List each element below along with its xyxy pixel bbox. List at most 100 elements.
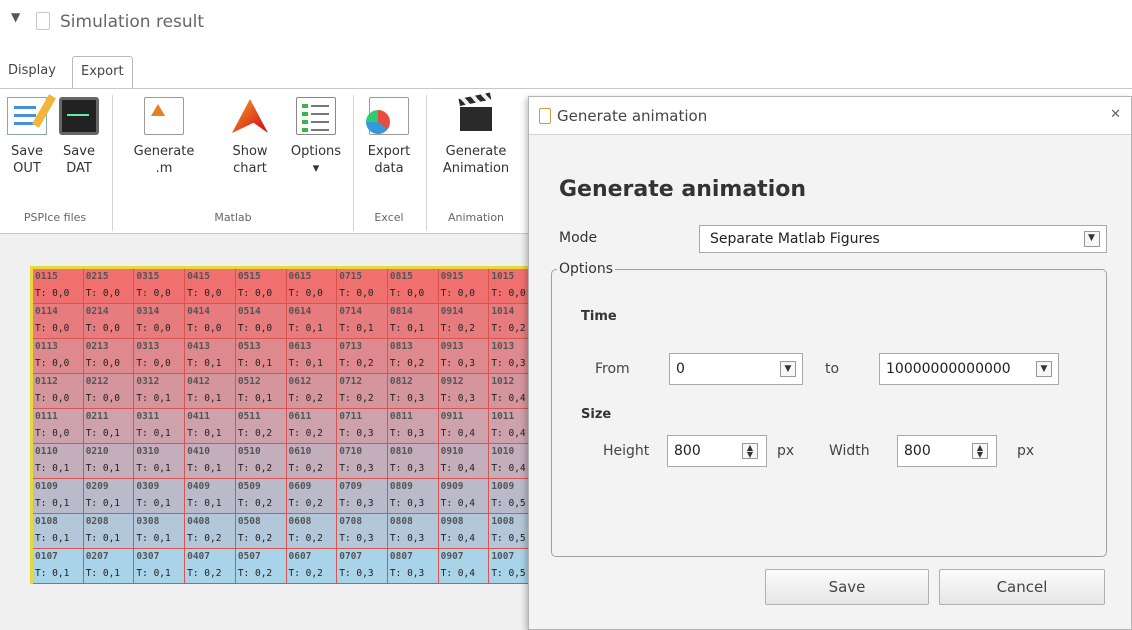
window-menu-icon[interactable]: ▼ [11, 10, 20, 24]
size-section-label: Size [581, 407, 612, 422]
grid-row: 0108 T: 0,1 0208 T: 0,1 0308 T: 0,1 0408 T: 0,2… [33, 514, 541, 549]
grid-cell: 0307 T: 0,1 [134, 549, 186, 584]
grid-cell-id: 0109 [35, 481, 58, 492]
grid-cell: 0814 T: 0,1 [387, 304, 439, 339]
grid-cell-id: 0509 [237, 481, 261, 492]
grid-cell-value: T: 0,2 [288, 568, 323, 579]
cancel-button[interactable]: Cancel [939, 569, 1105, 605]
tab-export[interactable]: Export [72, 56, 133, 88]
generate-m-icon [144, 97, 184, 135]
grid-cell: 0612 T: 0,2 [286, 374, 338, 409]
grid-cell-value: T: 0,2 [339, 393, 374, 404]
grid-cell: 0109 T: 0,1 [33, 479, 84, 514]
grid-cell-value: T: 0,4 [440, 463, 475, 474]
grid-cell: 0610 T: 0,2 [286, 444, 338, 479]
grid-cell-value: T: 0,3 [389, 568, 425, 579]
grid-cell-value: T: 0,1 [288, 323, 323, 334]
grid-cell: 0111 T: 0,0 [33, 409, 84, 444]
save-dat-button[interactable]: Save DAT [54, 97, 104, 177]
grid-cell-id: 0415 [187, 271, 210, 282]
grid-cell-id: 0915 [440, 271, 464, 282]
save-out-button[interactable]: Save OUT [2, 97, 52, 177]
from-label: From [595, 361, 630, 377]
grid-cell: 0609 T: 0,2 [286, 479, 338, 514]
grid-cell-id: 0312 [136, 376, 160, 387]
mode-select[interactable]: Separate Matlab Figures ▼ [699, 225, 1107, 253]
height-unit: px [777, 443, 795, 459]
grid-cell-id: 0711 [339, 411, 363, 422]
grid-cell-id: 0714 [339, 306, 363, 317]
show-chart-label: Show [232, 144, 268, 159]
show-chart-button[interactable]: Show chart [220, 97, 280, 177]
dialog-heading: Generate animation [559, 177, 807, 202]
grid-cell-id: 0712 [339, 376, 363, 387]
grid-cell: 0414 T: 0,0 [185, 304, 236, 339]
options-button[interactable]: Options ▾ [281, 97, 351, 177]
spin-arrows-icon[interactable]: ▲ ▼ [972, 443, 988, 459]
grid-cell: 0515 T: 0,0 [235, 269, 287, 304]
width-stepper[interactable]: 800 ▲ ▼ [897, 435, 997, 467]
grid-cell: 0309 T: 0,1 [134, 479, 186, 514]
from-value: 0 [676, 361, 685, 377]
chevron-down-icon: ▾ [312, 161, 320, 176]
grid-row: 0110 T: 0,1 0210 T: 0,1 0310 T: 0,1 0410 T: 0,1… [33, 444, 541, 479]
window-title: Simulation result [60, 12, 205, 32]
grid-cell-value: T: 0,1 [35, 463, 70, 474]
from-dropdown[interactable]: 0 ▼ [669, 353, 803, 385]
grid-cell-id: 0309 [136, 481, 160, 492]
grid-cell-value: T: 0,0 [187, 288, 222, 299]
export-data-button[interactable]: Export data [354, 97, 424, 177]
grid-cell: 0415 T: 0,0 [185, 269, 236, 304]
save-button[interactable]: Save [765, 569, 929, 605]
grid-cell-value: T: 0,0 [440, 288, 475, 299]
chevron-down-icon: ▼ [780, 361, 796, 377]
export-data-label: Export [367, 144, 411, 159]
grid-cell: 0911 T: 0,4 [438, 409, 490, 444]
grid-cell: 0408 T: 0,2 [185, 514, 236, 549]
grid-cell-value: T: 0,0 [35, 288, 70, 299]
grid-cell-id: 0212 [85, 376, 109, 387]
grid-cell-id: 0812 [389, 376, 413, 387]
grid-cell-value: T: 0,3 [339, 463, 374, 474]
save-dat-icon [59, 97, 99, 135]
generate-m-button[interactable]: Generate .m [114, 97, 214, 177]
tab-display[interactable]: Display [0, 56, 64, 88]
generate-animation-button[interactable]: Generate Animation [428, 97, 524, 177]
grid-cell-id: 0310 [136, 446, 160, 457]
to-dropdown[interactable]: 10000000000000 ▼ [879, 353, 1059, 385]
grid-cell-id: 0708 [339, 516, 363, 527]
grid-cell-value: T: 0,1 [136, 533, 171, 544]
grid-cell: 0707 T: 0,3 [337, 549, 388, 584]
grid-cell: 0311 T: 0,1 [134, 409, 186, 444]
close-icon[interactable]: ✕ [1110, 107, 1121, 122]
grid-cell-value: T: 0,0 [85, 323, 121, 334]
grid-cell-value: T: 0,2 [288, 463, 323, 474]
grid-row: 0107 T: 0,1 0207 T: 0,1 0307 T: 0,1 0407 T: 0,2… [33, 549, 541, 584]
grid-cell-id: 0111 [35, 411, 58, 422]
grid-cell-value: T: 0,2 [187, 533, 222, 544]
grid-cell-id: 0709 [339, 481, 363, 492]
grid-cell-value: T: 0,3 [339, 428, 374, 439]
grid-cell-value: T: 0,1 [136, 568, 171, 579]
mode-value: Separate Matlab Figures [710, 231, 880, 247]
matlab-icon [230, 97, 270, 135]
grid-cell: 0509 T: 0,2 [235, 479, 287, 514]
grid-cell: 0608 T: 0,2 [286, 514, 338, 549]
save-dat-label: Save [63, 144, 95, 159]
grid-cell-id: 0411 [187, 411, 210, 422]
grid-cell-value: T: 0,0 [136, 358, 171, 369]
grid-cell: 0113 T: 0,0 [33, 339, 84, 374]
generate-animation-label: Generate [445, 144, 507, 159]
grid-cell-value: T: 0,2 [288, 498, 323, 509]
grid-cell-value: T: 0,3 [440, 393, 475, 404]
grid-cell-value: T: 0,2 [339, 358, 374, 369]
grid-cell: 0611 T: 0,2 [286, 409, 338, 444]
grid-cell-value: T: 0,3 [440, 358, 475, 369]
grid-row: 0109 T: 0,1 0209 T: 0,1 0309 T: 0,1 0409 T: 0,1… [33, 479, 541, 514]
spin-arrows-icon[interactable]: ▲ ▼ [742, 443, 758, 459]
grid-cell: 0215 T: 0,0 [83, 269, 135, 304]
grid-cell-id: 0115 [35, 271, 58, 282]
grid-cell-value: T: 0,4 [440, 568, 475, 579]
height-stepper[interactable]: 800 ▲ ▼ [667, 435, 767, 467]
ribbon-tabs: Display Export [0, 52, 1132, 88]
